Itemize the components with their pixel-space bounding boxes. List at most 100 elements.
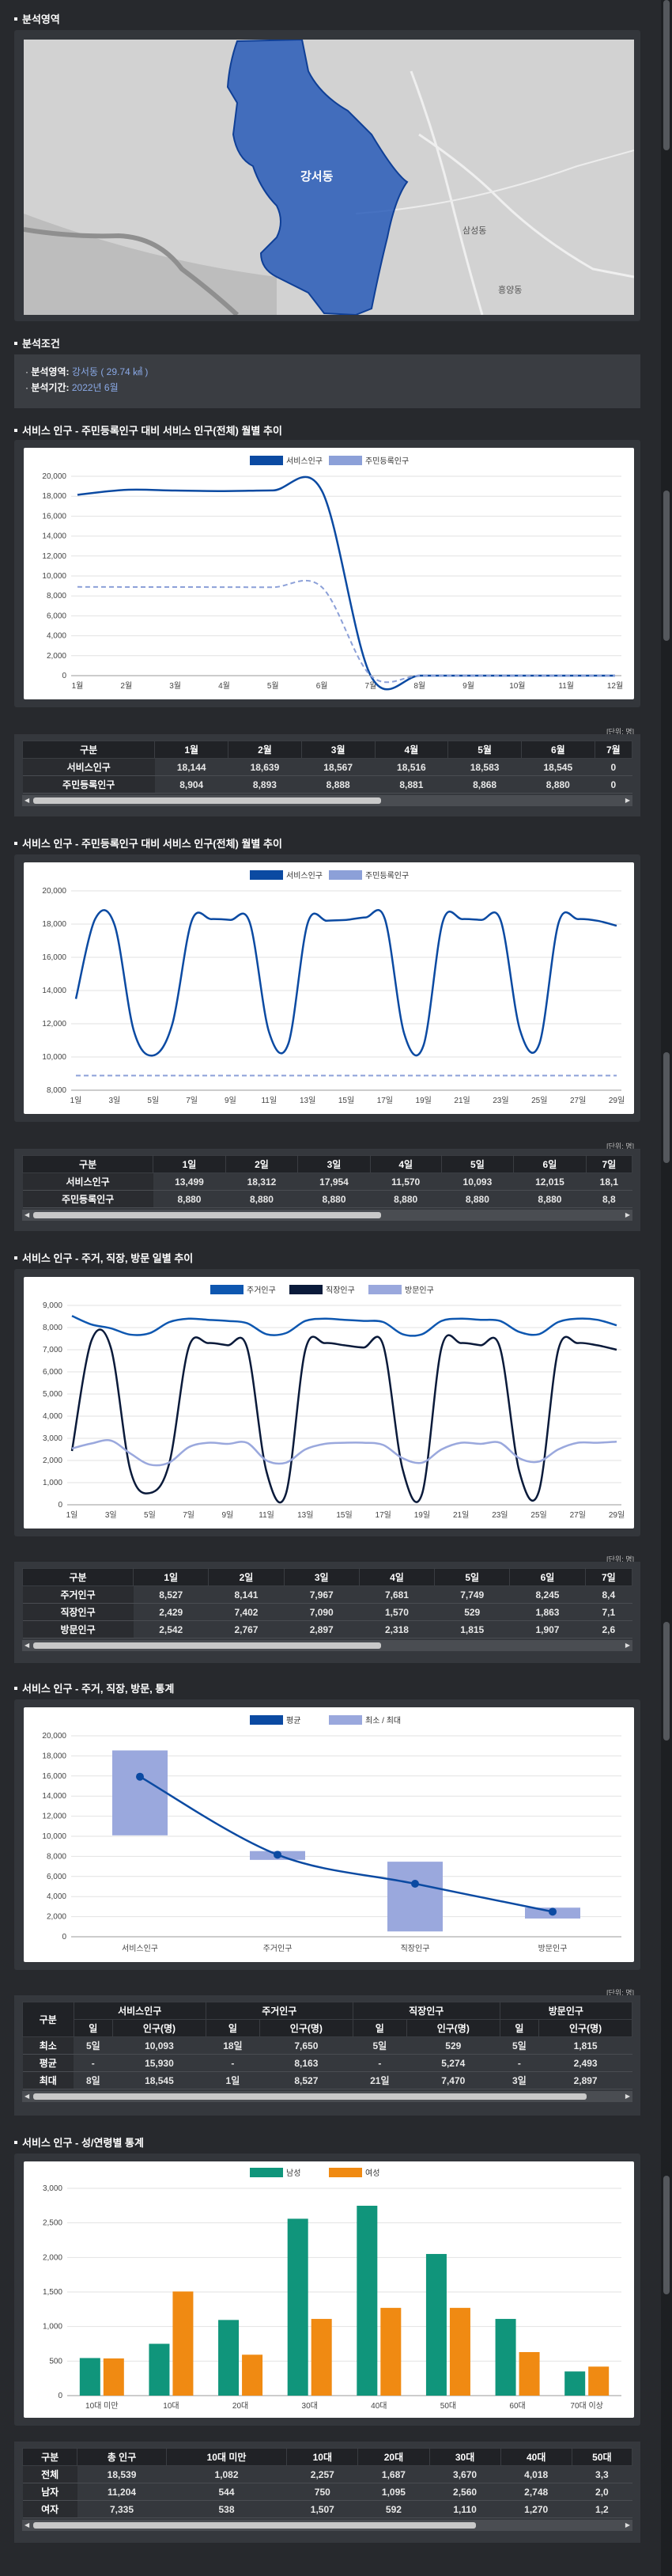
scroll-left-icon[interactable]: ◀ — [25, 1211, 29, 1218]
legend-label: 직장인구 — [326, 1286, 355, 1295]
page-scrollbar[interactable] — [661, 0, 672, 2576]
x-tick-label: 9일 — [221, 1510, 233, 1520]
column-header: 인구(명) — [538, 2019, 632, 2037]
legend-swatch — [329, 1715, 362, 1725]
table-cell: 주민등록인구 — [22, 775, 155, 794]
table2-hscroll[interactable]: ◀ ▶ — [22, 1210, 632, 1221]
table-cell: 529 — [406, 2036, 500, 2055]
x-tick-label: 17일 — [377, 1096, 393, 1105]
x-tick-label: 21일 — [454, 1096, 470, 1105]
y-tick-label: 0 — [58, 2392, 62, 2400]
column-header: 3월 — [300, 741, 376, 759]
table-cell: 2,493 — [538, 2054, 632, 2072]
table3: 구분 1일 2일 3일 4일 5일 6일 7일 주거인구 8,527 8,141 7,967 7,681… — [21, 1568, 633, 1638]
y-tick-label: 18,000 — [42, 920, 66, 929]
table3-hscroll[interactable]: ◀ ▶ — [22, 1640, 632, 1651]
scroll-thumb[interactable] — [33, 1212, 381, 1218]
table-cell: 3일 — [500, 2071, 539, 2089]
scrollbar-thumb[interactable] — [663, 491, 670, 641]
table-row: 주민등록인구 8,904 8,893 8,888 8,881 8,868 8,880 0 — [22, 775, 632, 794]
scroll-left-icon[interactable]: ◀ — [25, 797, 29, 804]
scroll-thumb[interactable] — [33, 2522, 476, 2529]
bullet-icon — [14, 2140, 17, 2144]
table-cell: 2,748 — [500, 2483, 572, 2501]
table-cell: 2,0 — [572, 2483, 632, 2501]
y-tick-label: 6,000 — [43, 1368, 62, 1377]
avg-line — [139, 1775, 553, 1913]
table-cell: 10,093 — [441, 1172, 514, 1191]
table-cell: 8,163 — [259, 2054, 353, 2072]
scroll-left-icon[interactable]: ◀ — [25, 2521, 29, 2529]
map-svg[interactable]: 강서동 삼성동 흥양동 — [24, 40, 634, 315]
table5-wrapper: 구분 총 인구 10대 미만 10대 20대 30대 40대 50대 전체 18,539 1,082… — [14, 2442, 640, 2543]
table-cell: - — [74, 2054, 113, 2072]
x-tick-label: 23일 — [492, 1510, 508, 1520]
scroll-right-icon[interactable]: ▶ — [625, 2521, 630, 2529]
y-tick-label: 5,000 — [43, 1390, 62, 1399]
y-tick-label: 4,000 — [47, 1892, 66, 1901]
x-tick-label: 12월 — [607, 681, 623, 691]
scrollbar-thumb[interactable] — [663, 0, 670, 150]
table-row: 남자 11,204 544 750 1,095 2,560 2,748 2,0 — [22, 2483, 632, 2501]
table-cell: 남자 — [22, 2483, 77, 2501]
x-tick-label: 4월 — [218, 681, 230, 691]
scroll-left-icon[interactable]: ◀ — [25, 1642, 29, 1649]
table-cell: 7,090 — [284, 1603, 360, 1621]
chart1-svg: 0 2,000 4,000 6,000 8,000 10,000 12,000 14,000 1… — [42, 456, 623, 691]
table-cell: 18,516 — [375, 758, 448, 776]
table-row: 직장인구 2,429 7,402 7,090 1,570 529 1,863 7,1 — [22, 1603, 632, 1621]
table1-hscroll[interactable]: ◀ ▶ — [22, 795, 632, 806]
legend-swatch — [250, 870, 283, 880]
x-tick-label: 3일 — [108, 1096, 120, 1105]
table-cell: 2,6 — [585, 1620, 632, 1638]
scroll-left-icon[interactable]: ◀ — [25, 2093, 29, 2100]
x-tick-label: 21일 — [453, 1510, 469, 1520]
table-cell: 11,204 — [77, 2483, 167, 2501]
column-header: 3일 — [297, 1155, 371, 1173]
series-line — [77, 475, 615, 691]
y-tick-label: 1,500 — [43, 2288, 62, 2297]
table-cell: 1,907 — [509, 1620, 586, 1638]
table-cell: 11,570 — [370, 1172, 442, 1191]
district-label: 강서동 — [300, 169, 334, 184]
avg-point — [136, 1772, 144, 1781]
y-tick-label: 16,000 — [42, 512, 66, 521]
table5-hscroll[interactable]: ◀ ▶ — [22, 2520, 632, 2531]
column-group-header: 주거인구 — [205, 2002, 353, 2020]
table-cell: 7,681 — [359, 1585, 435, 1604]
table4-hscroll[interactable]: ◀ ▶ — [22, 2091, 632, 2102]
table-cell: 18,539 — [77, 2465, 167, 2483]
table-cell: 8,527 — [133, 1585, 209, 1604]
scroll-thumb[interactable] — [33, 2093, 587, 2100]
bar-female — [380, 2308, 402, 2396]
table-cell: 8,868 — [447, 775, 522, 794]
scroll-right-icon[interactable]: ▶ — [625, 2093, 630, 2100]
x-tick-label: 5월 — [267, 681, 279, 691]
scroll-right-icon[interactable]: ▶ — [625, 1211, 630, 1218]
table-cell: 21일 — [353, 2071, 407, 2089]
table-cell: 5일 — [74, 2036, 113, 2055]
table-cell: 7,650 — [259, 2036, 353, 2055]
legend-label: 주민등록인구 — [365, 871, 409, 881]
table-cell: 17,954 — [297, 1172, 371, 1191]
x-tick-label: 9월 — [462, 681, 474, 691]
table-cell: 18,312 — [225, 1172, 298, 1191]
table-cell: 10,093 — [112, 2036, 206, 2055]
scroll-thumb[interactable] — [33, 797, 381, 804]
bullet-icon — [14, 1686, 17, 1690]
scroll-right-icon[interactable]: ▶ — [625, 797, 630, 804]
legend-swatch — [250, 1715, 283, 1725]
section-title-chart2: 서비스 인구 - 주민등록인구 대비 서비스 인구(전체) 월별 추이 — [14, 835, 282, 850]
table-cell: 3,670 — [429, 2465, 501, 2483]
legend-label: 주거인구 — [247, 1286, 276, 1295]
scroll-right-icon[interactable]: ▶ — [625, 1642, 630, 1649]
scrollbar-thumb[interactable] — [663, 2176, 670, 2294]
y-tick-label: 0 — [62, 1933, 66, 1941]
map-view[interactable]: 강서동 삼성동 흥양동 — [24, 40, 634, 315]
column-header: 인구(명) — [406, 2019, 500, 2037]
table-cell: 1,863 — [509, 1603, 586, 1621]
scrollbar-thumb[interactable] — [663, 1622, 670, 1741]
x-tick-label: 5일 — [144, 1510, 156, 1520]
scroll-thumb[interactable] — [33, 1642, 381, 1649]
scrollbar-thumb[interactable] — [663, 1052, 670, 1163]
